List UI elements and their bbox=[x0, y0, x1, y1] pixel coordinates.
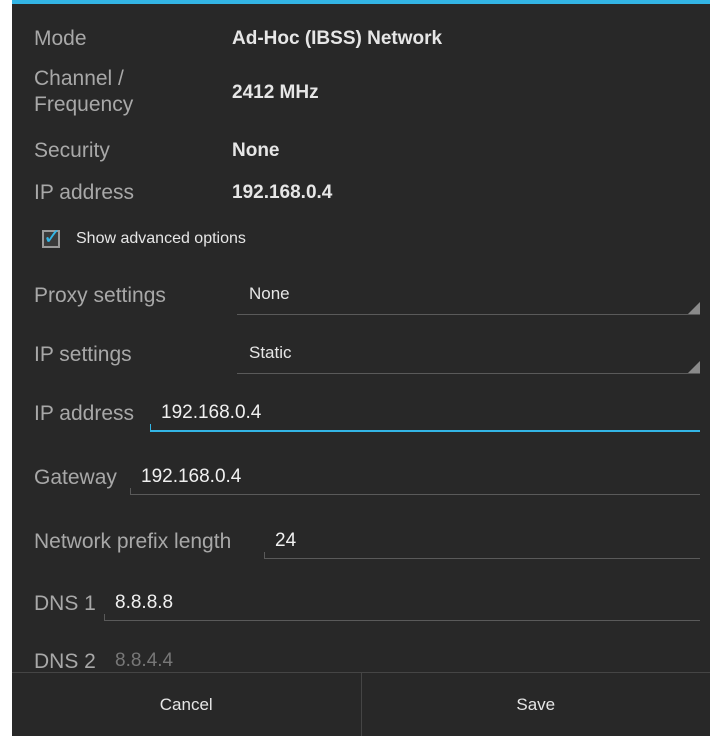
spinner-corner-icon bbox=[688, 361, 700, 373]
security-label: Security bbox=[34, 139, 110, 162]
proxy-settings-spinner[interactable]: None bbox=[237, 280, 700, 315]
gateway-input-value: 192.168.0.4 bbox=[141, 466, 242, 487]
dns1-input-value: 8.8.8.8 bbox=[115, 592, 174, 613]
field-corner bbox=[130, 488, 131, 494]
ip-address-info-value: 192.168.0.4 bbox=[232, 182, 333, 203]
ip-address-info-label: IP address bbox=[34, 181, 135, 204]
cancel-button[interactable]: Cancel bbox=[12, 673, 361, 736]
dialog-content[interactable]: Mode Ad-Hoc (IBSS) Network Channel / Fre… bbox=[12, 4, 710, 672]
dns1-input[interactable]: 8.8.8.8 bbox=[104, 588, 700, 621]
field-corner bbox=[150, 424, 151, 430]
channel-label-line1: Channel / bbox=[34, 67, 124, 90]
dns2-input-hint: 8.8.4.4 bbox=[115, 650, 174, 671]
field-corner bbox=[264, 552, 265, 558]
save-button[interactable]: Save bbox=[362, 673, 710, 736]
show-advanced-checkbox[interactable]: ✓ bbox=[42, 226, 61, 248]
mode-label: Mode bbox=[34, 27, 87, 50]
dns2-input[interactable]: 8.8.4.4 bbox=[104, 646, 700, 672]
spinner-corner-icon bbox=[688, 302, 700, 314]
channel-label-line2: Frequency bbox=[34, 93, 134, 116]
dns2-field-label: DNS 2 bbox=[34, 650, 96, 672]
ip-settings-label: IP settings bbox=[34, 343, 132, 366]
show-advanced-label[interactable]: Show advanced options bbox=[76, 230, 246, 248]
ip-address-input-value: 192.168.0.4 bbox=[161, 402, 262, 423]
channel-value: 2412 MHz bbox=[232, 82, 319, 103]
ip-settings-value: Static bbox=[249, 343, 292, 362]
gateway-field-label: Gateway bbox=[34, 466, 117, 489]
prefix-length-input-value: 24 bbox=[275, 530, 297, 551]
prefix-length-field-label: Network prefix length bbox=[34, 530, 232, 553]
dns1-field-label: DNS 1 bbox=[34, 592, 96, 615]
security-value: None bbox=[232, 140, 280, 161]
mode-value: Ad-Hoc (IBSS) Network bbox=[232, 28, 443, 49]
gateway-input[interactable]: 192.168.0.4 bbox=[130, 462, 700, 495]
proxy-settings-value: None bbox=[249, 284, 290, 303]
ip-settings-spinner[interactable]: Static bbox=[237, 339, 700, 374]
field-corner bbox=[104, 614, 105, 620]
ip-address-field-label: IP address bbox=[34, 402, 135, 425]
prefix-length-input[interactable]: 24 bbox=[264, 526, 700, 559]
proxy-settings-label: Proxy settings bbox=[34, 284, 166, 307]
checkmark-icon: ✓ bbox=[43, 224, 62, 249]
dialog-button-bar: Cancel Save bbox=[12, 672, 710, 736]
wifi-network-dialog: Mode Ad-Hoc (IBSS) Network Channel / Fre… bbox=[12, 0, 710, 736]
ip-address-input[interactable]: 192.168.0.4 bbox=[150, 398, 700, 432]
